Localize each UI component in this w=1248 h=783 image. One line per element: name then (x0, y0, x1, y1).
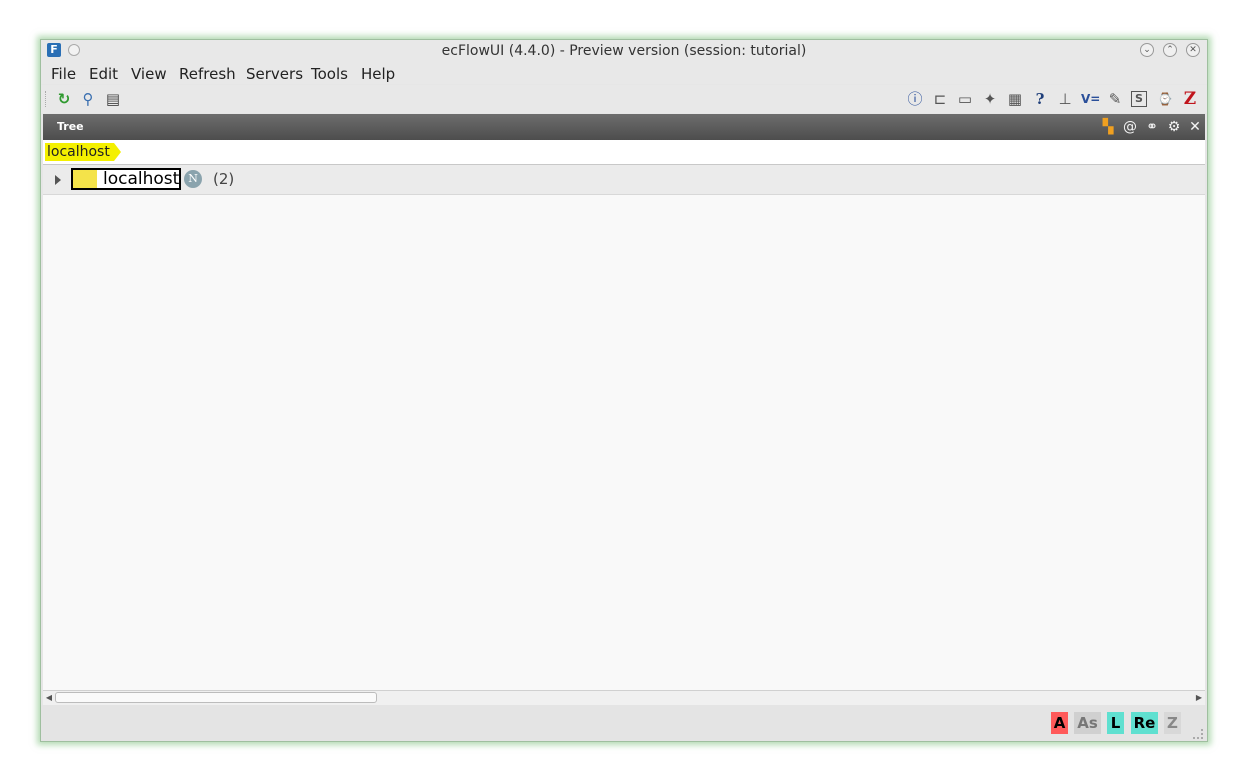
menu-bar: File Edit View Refresh Servers Tools Hel… (41, 62, 1207, 84)
scrollbar-thumb[interactable] (55, 692, 377, 703)
toolbar: ↻ ⚲ ▤ ⓘ ⊏ ▭ ✦ ▦ ? ⊥ V= ✎ S ⌚ Z (41, 85, 1207, 113)
resize-grip-icon[interactable] (1193, 729, 1203, 739)
title-bar: F ecFlowUI (4.4.0) - Preview version (se… (41, 40, 1207, 62)
server-node[interactable]: localhost (71, 168, 181, 190)
menu-edit[interactable]: Edit (89, 65, 118, 83)
window-title: ecFlowUI (4.4.0) - Preview version (sess… (441, 43, 807, 59)
gear-icon[interactable]: ⚙ (1165, 118, 1183, 136)
edit-icon[interactable]: ✎ (1106, 90, 1124, 108)
menu-tools[interactable]: Tools (311, 65, 348, 83)
expand-arrow-icon[interactable] (55, 175, 61, 185)
breadcrumb-item[interactable]: localhost (45, 143, 121, 161)
flag-as[interactable]: As (1074, 712, 1101, 734)
time-icon[interactable]: ⌚ (1156, 90, 1174, 108)
close-panel-icon[interactable]: ✕ (1186, 118, 1204, 136)
minimize-icon[interactable]: ⌄ (1140, 43, 1154, 57)
book-icon[interactable]: ⊏ (931, 90, 949, 108)
breadcrumb: localhost (43, 140, 1205, 165)
refresh-icon[interactable]: ↻ (55, 90, 73, 108)
script-icon[interactable]: ▭ (956, 90, 974, 108)
horizontal-scrollbar[interactable]: ◀ ▶ (43, 690, 1205, 705)
toolbar-grip[interactable] (45, 91, 49, 107)
flag-re[interactable]: Re (1131, 712, 1158, 734)
scroll-right-icon[interactable]: ▶ (1194, 693, 1204, 703)
menu-help[interactable]: Help (361, 65, 395, 83)
node-count: (2) (213, 170, 235, 188)
output-icon[interactable]: ▦ (1006, 90, 1024, 108)
link-icon[interactable]: ⚭ (1143, 118, 1161, 136)
zombie-icon[interactable]: Z (1181, 90, 1199, 108)
search-icon[interactable]: ⚲ (79, 90, 97, 108)
filter-icon[interactable]: ▚ (1099, 118, 1117, 136)
main-window: F ecFlowUI (4.4.0) - Preview version (se… (40, 39, 1208, 742)
node-status-swatch (73, 170, 97, 188)
close-icon[interactable]: ✕ (1186, 43, 1200, 57)
tree-panel-header: Tree ▚ @ ⚭ ⚙ ✕ (43, 114, 1205, 140)
tree-row[interactable]: localhost N (2) (43, 165, 1205, 195)
maximize-icon[interactable]: ⌃ (1163, 43, 1177, 57)
flag-l[interactable]: L (1107, 712, 1124, 734)
tree-icon[interactable]: ⊥ (1056, 90, 1074, 108)
node-badge-icon: N (184, 170, 202, 188)
tree-view[interactable]: localhost N (2) (43, 165, 1205, 690)
panel-title: Tree (57, 120, 84, 133)
server-icon[interactable]: ▤ (104, 90, 122, 108)
status-bar: A As L Re Z (41, 705, 1207, 741)
menu-view[interactable]: View (131, 65, 167, 83)
flag-a[interactable]: A (1051, 712, 1068, 734)
flag-z[interactable]: Z (1164, 712, 1181, 734)
node-label: localhost (103, 169, 180, 189)
menu-file[interactable]: File (51, 65, 76, 83)
info-icon[interactable]: ⓘ (906, 90, 924, 108)
run-icon[interactable]: ✦ (981, 90, 999, 108)
help-icon[interactable]: ? (1031, 90, 1049, 108)
attribute-icon[interactable]: @ (1121, 118, 1139, 136)
suite-icon[interactable]: S (1131, 91, 1147, 107)
scroll-left-icon[interactable]: ◀ (44, 693, 54, 703)
variables-icon[interactable]: V= (1081, 90, 1100, 108)
menu-servers[interactable]: Servers (246, 65, 303, 83)
menu-refresh[interactable]: Refresh (179, 65, 236, 83)
